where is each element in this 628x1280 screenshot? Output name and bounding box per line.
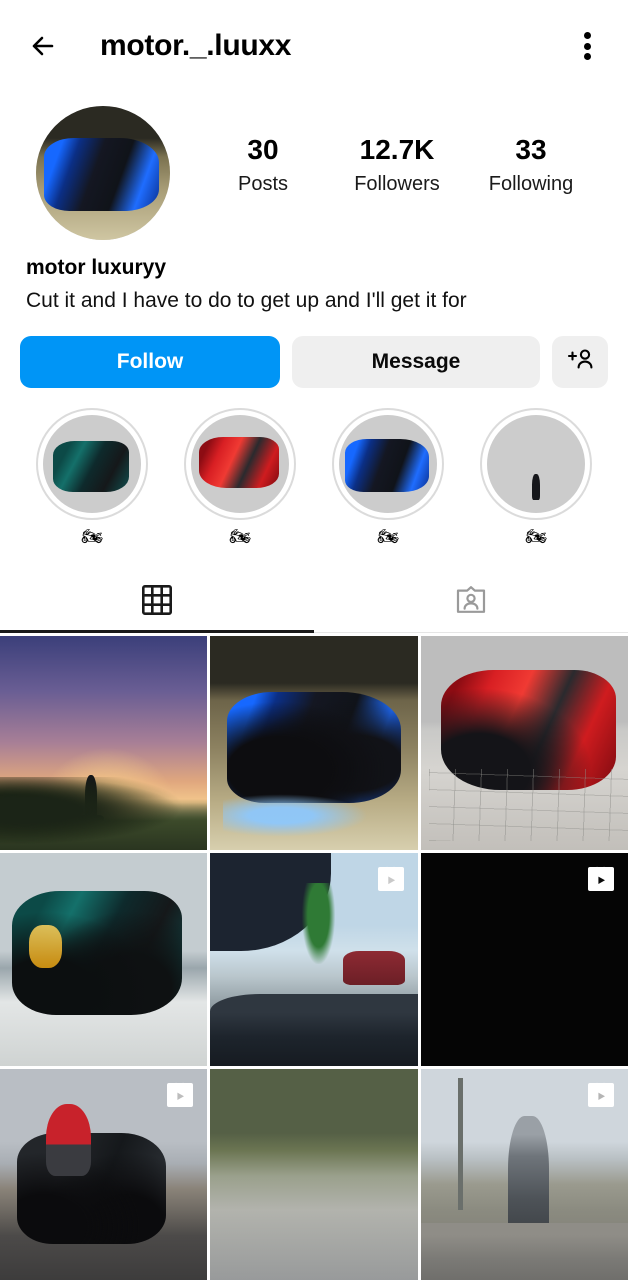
stat-followers[interactable]: 12.7K Followers: [354, 134, 440, 196]
add-person-button[interactable]: [552, 336, 608, 389]
profile-tabs: [0, 573, 628, 634]
tagged-person-icon: [456, 585, 486, 620]
instagram-profile-screen: motor._.luuxx 30 Posts 12.7K Followers 3…: [0, 0, 628, 1280]
back-arrow-icon[interactable]: [22, 23, 68, 69]
post-image: [0, 852, 208, 1067]
page-title: motor._.luuxx: [100, 29, 292, 62]
highlight-thumbnail: [43, 415, 141, 514]
post-image: [210, 1069, 418, 1280]
highlight-thumbnail: [487, 415, 585, 514]
active-tab-underline: [0, 630, 314, 634]
post-image: [0, 636, 208, 850]
grid-post[interactable]: [0, 852, 208, 1067]
story-highlights: 🏍 🏍 🏍 🏍: [0, 388, 628, 545]
stat-posts-label: Posts: [237, 173, 289, 196]
stat-posts[interactable]: 30 Posts: [220, 134, 306, 196]
grid-post-reel[interactable]: [0, 1069, 208, 1280]
grid-post[interactable]: [0, 636, 208, 850]
highlight-item[interactable]: 🏍: [314, 408, 462, 545]
highlight-label: 🏍: [377, 527, 399, 547]
highlight-label: 🏍: [525, 527, 547, 547]
avatar-image: [36, 106, 170, 240]
highlight-thumbnail: [191, 415, 289, 514]
top-app-bar: motor._.luuxx: [0, 0, 628, 92]
reel-play-icon: [586, 1079, 616, 1109]
profile-header: 30 Posts 12.7K Followers 33 Following: [0, 92, 628, 240]
highlight-ring: [332, 408, 444, 521]
bio-text: Cut it and I have to do to get up and I'…: [26, 289, 467, 312]
add-person-icon: [566, 347, 594, 377]
reel-play-icon: [586, 863, 616, 893]
post-image: [420, 636, 628, 850]
tab-grid[interactable]: [0, 573, 314, 632]
grid-post[interactable]: [210, 1069, 418, 1280]
display-name: motor luxuryy: [26, 256, 167, 279]
reel-play-icon: [376, 863, 406, 893]
reel-play-icon: [165, 1079, 195, 1109]
tab-tagged[interactable]: [314, 573, 628, 632]
highlight-item[interactable]: 🏍: [462, 408, 610, 545]
profile-stats: 30 Posts 12.7K Followers 33 Following: [170, 106, 606, 196]
grid-post-reel[interactable]: [210, 852, 418, 1067]
grid-post[interactable]: [210, 636, 418, 850]
stat-following-value: 33: [515, 134, 547, 165]
kebab-menu-icon[interactable]: [570, 26, 604, 66]
profile-actions: Follow Message: [0, 314, 628, 389]
highlight-ring: [36, 408, 148, 521]
message-button[interactable]: Message: [292, 336, 540, 389]
stat-following-label: Following: [488, 173, 574, 196]
bio-section: motor luxuryy Cut it and I have to do to…: [0, 240, 628, 314]
highlight-item[interactable]: 🏍: [18, 408, 166, 545]
stat-following[interactable]: 33 Following: [488, 134, 574, 196]
follow-button[interactable]: Follow: [20, 336, 280, 389]
grid-post-reel[interactable]: [420, 852, 628, 1067]
post-image: [210, 636, 418, 850]
stat-followers-value: 12.7K: [359, 134, 435, 165]
highlight-label: 🏍: [229, 527, 251, 547]
grid-post[interactable]: [420, 636, 628, 850]
highlight-label: 🏍: [81, 527, 103, 547]
grid-post-reel[interactable]: [420, 1069, 628, 1280]
grid-icon: [141, 585, 172, 620]
stat-followers-label: Followers: [354, 173, 440, 196]
post-grid: [0, 636, 628, 1280]
highlight-thumbnail: [339, 415, 437, 514]
stat-posts-value: 30: [247, 134, 279, 165]
avatar[interactable]: [36, 106, 170, 240]
highlight-item[interactable]: 🏍: [166, 408, 314, 545]
highlight-ring: [184, 408, 296, 521]
highlight-ring: [480, 408, 592, 521]
